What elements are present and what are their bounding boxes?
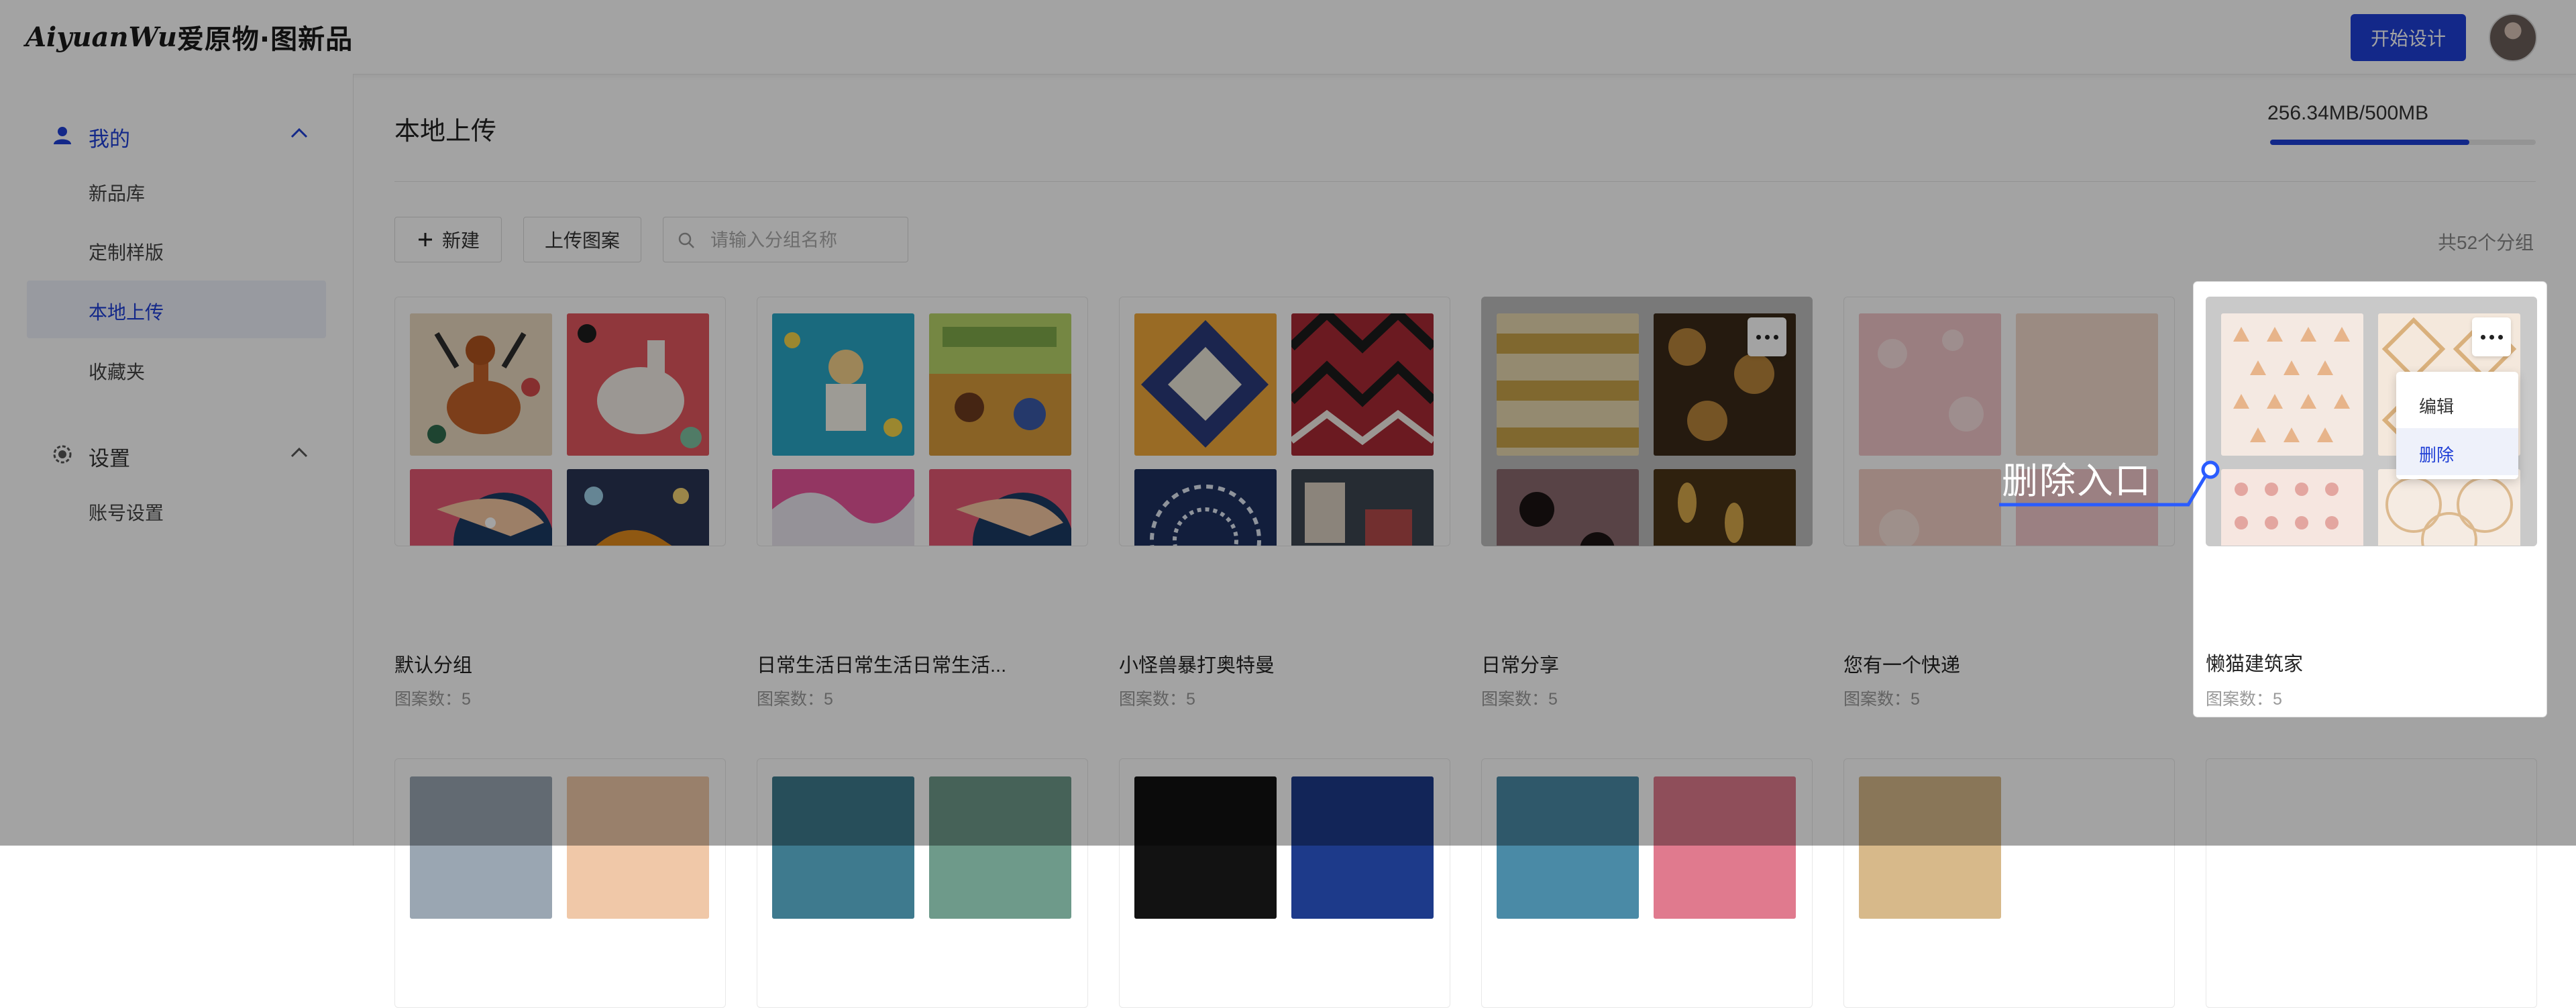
annotation-pointer	[1999, 460, 2220, 507]
more-dot-icon	[2498, 334, 2503, 340]
menu-item-delete[interactable]: 删除	[2396, 428, 2518, 475]
more-dot-icon	[2480, 334, 2485, 340]
pattern-thumbnail[interactable]	[2221, 313, 2363, 456]
menu-item-edit-label: 编辑	[2419, 397, 2455, 417]
menu-item-delete-label: 删除	[2419, 445, 2455, 465]
pattern-count: 图案数：5	[2206, 690, 2282, 709]
tutorial-overlay	[0, 0, 2576, 846]
pattern-thumbnail[interactable]	[2378, 469, 2520, 546]
highlighted-card-panel: 懒猫建筑家 图案数：5	[2194, 282, 2546, 717]
menu-item-edit[interactable]: 编辑	[2396, 380, 2518, 427]
card-context-menu: 编辑 删除	[2396, 372, 2518, 479]
group-name: 懒猫建筑家	[2206, 654, 2304, 675]
more-options-button[interactable]	[2472, 317, 2511, 356]
pattern-thumbnail[interactable]	[2221, 469, 2363, 546]
more-dot-icon	[2489, 334, 2494, 340]
